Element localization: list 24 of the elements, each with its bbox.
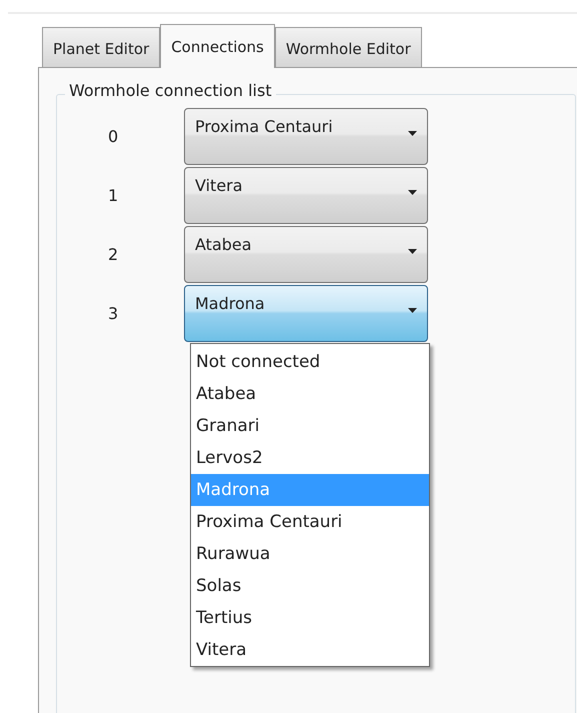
tab[interactable]: Planet Editor [42,27,160,67]
dropdown-option[interactable]: Solas [191,570,429,602]
caret-icon [408,131,417,136]
dropdown-option[interactable]: Tertius [191,602,429,634]
row-index: 0 [107,127,120,146]
dropdown-option[interactable]: Lervos2 [191,442,429,474]
row-index: 3 [107,304,120,323]
dropdown-option[interactable]: Granari [191,410,429,442]
row-index: 2 [107,245,120,264]
caret-icon [408,249,417,254]
tab[interactable]: Connections [160,24,275,68]
tab[interactable]: Wormhole Editor [274,27,422,67]
caret-icon [408,308,417,313]
dropdown-option[interactable]: Proxima Centauri [191,506,429,538]
row-index: 1 [107,186,120,205]
combo-box[interactable]: Atabea [184,226,428,283]
dropdown-option[interactable]: Atabea [191,378,429,410]
dropdown-option[interactable]: Rurawua [191,538,429,570]
combo-box[interactable]: Vitera [184,167,428,224]
combo-box[interactable]: Madrona [184,285,428,342]
combo-box[interactable]: Proxima Centauri [184,108,428,165]
caret-icon [408,190,417,195]
dropdown-option[interactable]: Vitera [191,634,429,666]
dropdown-option[interactable]: Not connected [191,346,429,378]
